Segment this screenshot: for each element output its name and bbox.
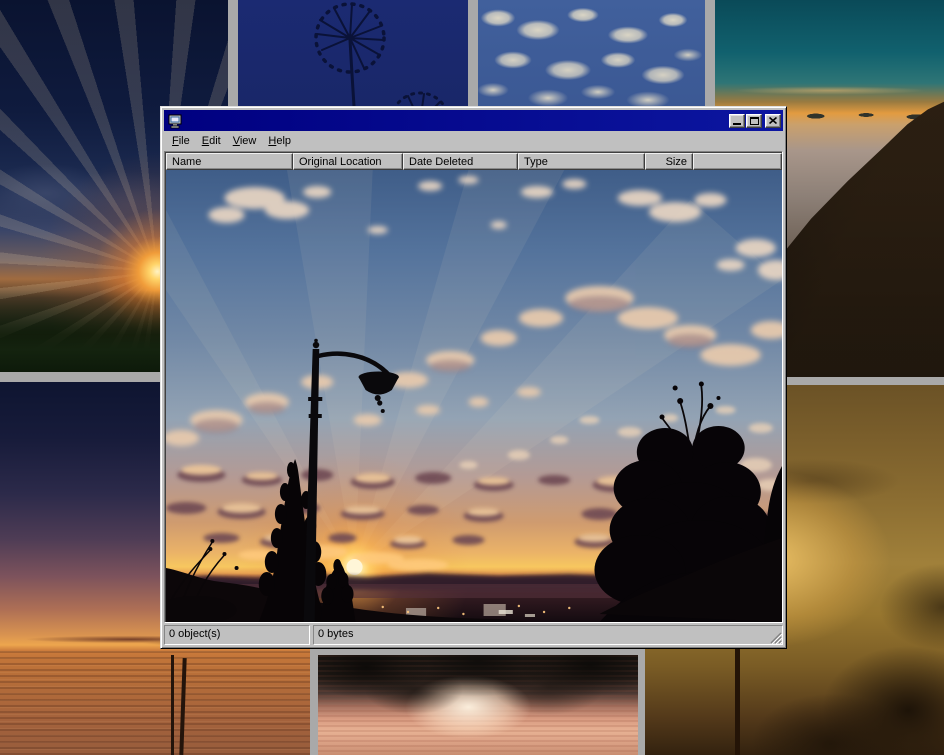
menu-edit[interactable]: Edit: [196, 133, 227, 150]
menu-file[interactable]: File: [166, 133, 196, 150]
menu-view[interactable]: View: [227, 133, 263, 150]
column-header-original-location[interactable]: Original Location: [293, 153, 403, 170]
wallpaper-showthrough-sunset-photo: [166, 170, 782, 622]
lamp-pole-bottom: [735, 648, 740, 755]
file-list-viewport[interactable]: Name Original Location Date Deleted Type…: [164, 151, 783, 623]
title-bar[interactable]: [164, 110, 783, 131]
water-pole: [179, 658, 186, 755]
desktop: { "window": { "title": "", "controls": {…: [0, 0, 944, 755]
menu-help[interactable]: Help: [262, 133, 297, 150]
close-icon: [769, 117, 777, 124]
column-header-size[interactable]: Size: [645, 153, 693, 170]
maximize-button[interactable]: [746, 114, 762, 128]
column-header-row: Name Original Location Date Deleted Type…: [166, 153, 782, 170]
recycle-bin-window: File Edit View Help Name Original Locati…: [160, 106, 787, 649]
wallpaper-tile-water-reflection: [318, 655, 638, 755]
sunset-lamp-photo: [166, 170, 782, 622]
column-header-blank: [693, 153, 782, 170]
maximize-icon: [750, 117, 759, 125]
resize-grip-icon[interactable]: [769, 631, 782, 644]
water-pole: [171, 655, 174, 755]
computer-icon: [167, 113, 183, 129]
minimize-icon: [733, 123, 741, 125]
close-button[interactable]: [765, 114, 781, 128]
column-header-name[interactable]: Name: [166, 153, 293, 170]
column-header-type[interactable]: Type: [518, 153, 645, 170]
status-object-count: 0 object(s): [164, 625, 310, 645]
column-header-date-deleted[interactable]: Date Deleted: [403, 153, 518, 170]
status-size-text: 0 bytes: [318, 628, 353, 640]
status-bar: 0 object(s) 0 bytes: [164, 623, 783, 645]
menu-bar: File Edit View Help: [164, 131, 783, 151]
status-size-pane: 0 bytes: [313, 625, 783, 645]
minimize-button[interactable]: [729, 114, 745, 128]
